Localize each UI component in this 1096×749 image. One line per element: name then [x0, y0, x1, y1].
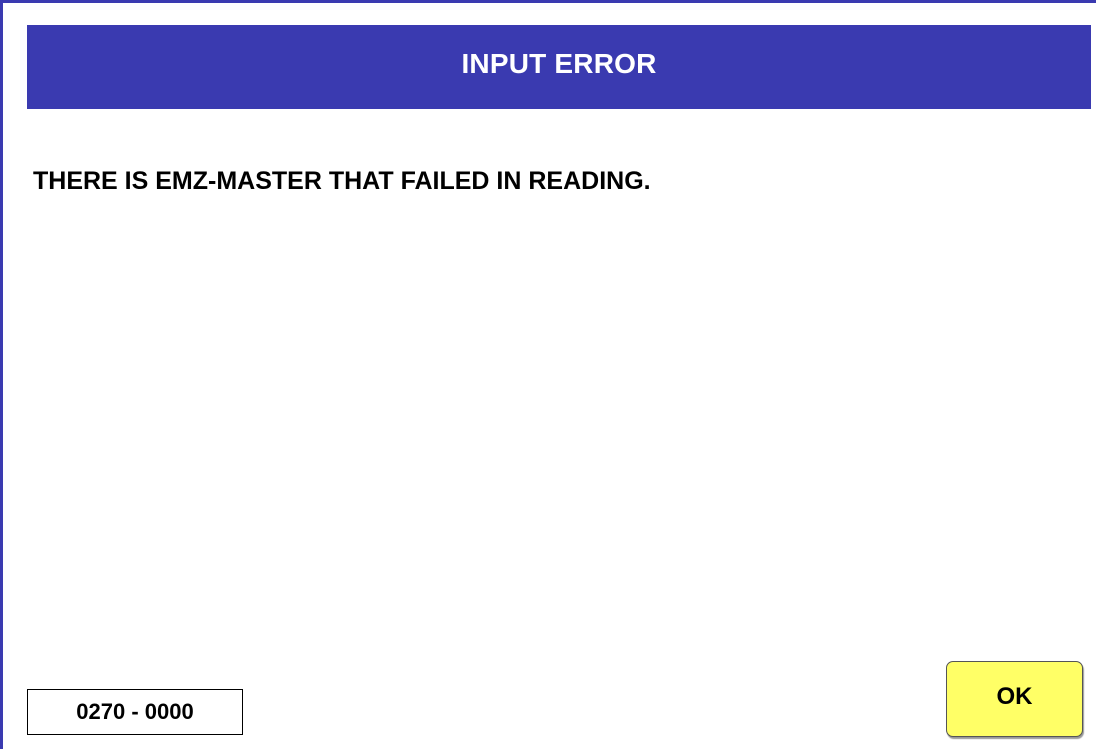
- dialog-title-bar: INPUT ERROR: [27, 25, 1091, 109]
- ok-button[interactable]: OK: [946, 661, 1083, 737]
- error-message: THERE IS EMZ-MASTER THAT FAILED IN READI…: [33, 167, 651, 195]
- dialog-title: INPUT ERROR: [461, 48, 657, 79]
- error-code-box: 0270 - 0000: [27, 689, 243, 735]
- error-dialog: INPUT ERROR THERE IS EMZ-MASTER THAT FAI…: [0, 0, 1096, 749]
